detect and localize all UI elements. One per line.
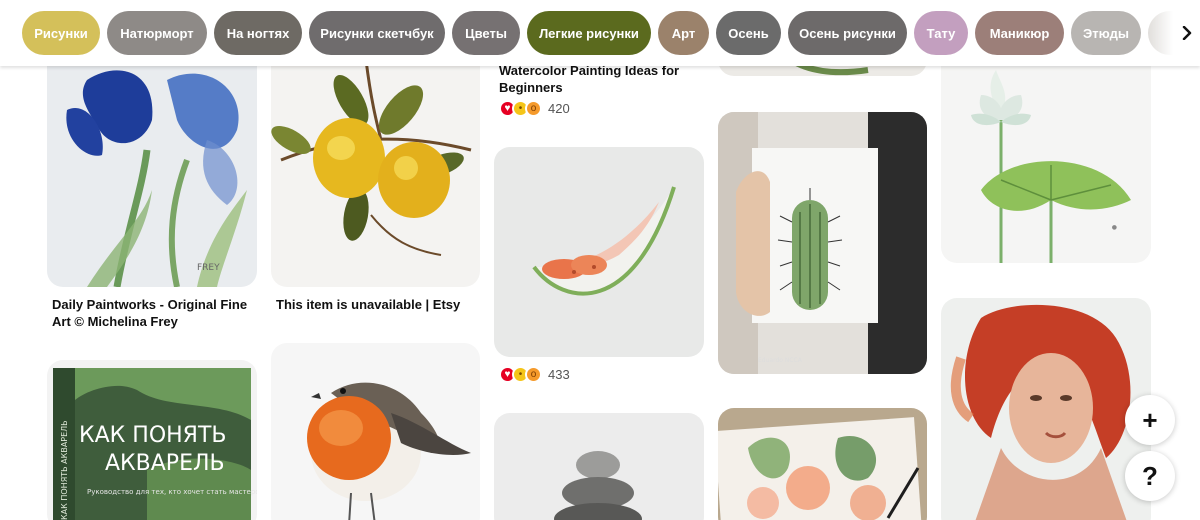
chevron-right-icon[interactable] [1176, 22, 1198, 44]
pin-caption-iris[interactable]: Daily Paintworks - Original Fine Art © M… [52, 296, 252, 330]
pin-image-portrait[interactable] [941, 298, 1151, 520]
help-button[interactable]: ? [1125, 451, 1175, 501]
surprised-icon: o [525, 366, 542, 383]
pin-image-iris[interactable]: FREY [47, 40, 257, 287]
reaction-count-watermelon: 433 [548, 367, 570, 382]
pin-image-lotus[interactable]: ● [941, 40, 1151, 263]
pin-caption-lemons[interactable]: This item is unavailable | Etsy [276, 296, 476, 313]
pin-image-book[interactable]: КАК ПОНЯТЬ АКВАРЕЛЬ Руководство для тех,… [47, 360, 257, 520]
chip-easy-drawings[interactable]: Легкие рисунки [527, 11, 651, 55]
pin-caption-watercolor-ideas[interactable]: Watercolor Painting Ideas for Beginners [499, 62, 699, 96]
chip-drawings[interactable]: Рисунки [22, 11, 100, 55]
book-spine-title: КАК ПОНЯТЬ АКВАРЕЛЬ [60, 420, 69, 520]
cactus-signature: Eduardo NCCA [758, 357, 803, 364]
pin-image-flowers[interactable] [718, 408, 927, 520]
add-pin-button[interactable]: + [1125, 395, 1175, 445]
pin-image-lemons[interactable] [271, 40, 480, 287]
chip-art[interactable]: Арт [658, 11, 709, 55]
pin-image-cactus[interactable]: Eduardo NCCA [718, 112, 927, 374]
svg-text:●: ● [1111, 225, 1118, 230]
chip-autumn[interactable]: Осень [716, 11, 781, 55]
chip-still-life[interactable]: Натюрморт [107, 11, 207, 55]
chip-manicure[interactable]: Маникюр [975, 11, 1064, 55]
reactions-watermelon[interactable]: ♥ • o 433 [499, 366, 570, 383]
pin-image-watermelon[interactable] [494, 147, 704, 357]
book-title-line2: АКВАРЕЛЬ [105, 451, 225, 476]
chip-autumn-drawings[interactable]: Осень рисунки [788, 11, 907, 55]
book-subtitle: Руководство для тех, кто хочет стать мас… [87, 488, 257, 496]
reactions-watercolor-ideas[interactable]: ♥ • o 420 [499, 100, 570, 117]
chip-nails[interactable]: На ногтях [214, 11, 302, 55]
question-mark-icon: ? [1142, 460, 1158, 491]
book-title-line1: КАК ПОНЯТЬ [79, 423, 227, 448]
chip-sketches[interactable]: Этюды [1071, 11, 1141, 55]
pin-image-stones[interactable] [494, 413, 704, 520]
category-chip-bar: Рисунки Натюрморт На ногтях Рисунки скет… [0, 0, 1200, 66]
reaction-count-watercolor-ideas: 420 [548, 101, 570, 116]
plus-icon: + [1142, 404, 1158, 435]
chip-flowers[interactable]: Цветы [452, 11, 520, 55]
pin-image-robin[interactable] [271, 343, 480, 520]
chip-sketchbook-drawings[interactable]: Рисунки скетчбук [309, 11, 445, 55]
chip-tattoo[interactable]: Тату [914, 11, 968, 55]
iris-signature: FREY [197, 263, 220, 273]
surprised-icon: o [525, 100, 542, 117]
